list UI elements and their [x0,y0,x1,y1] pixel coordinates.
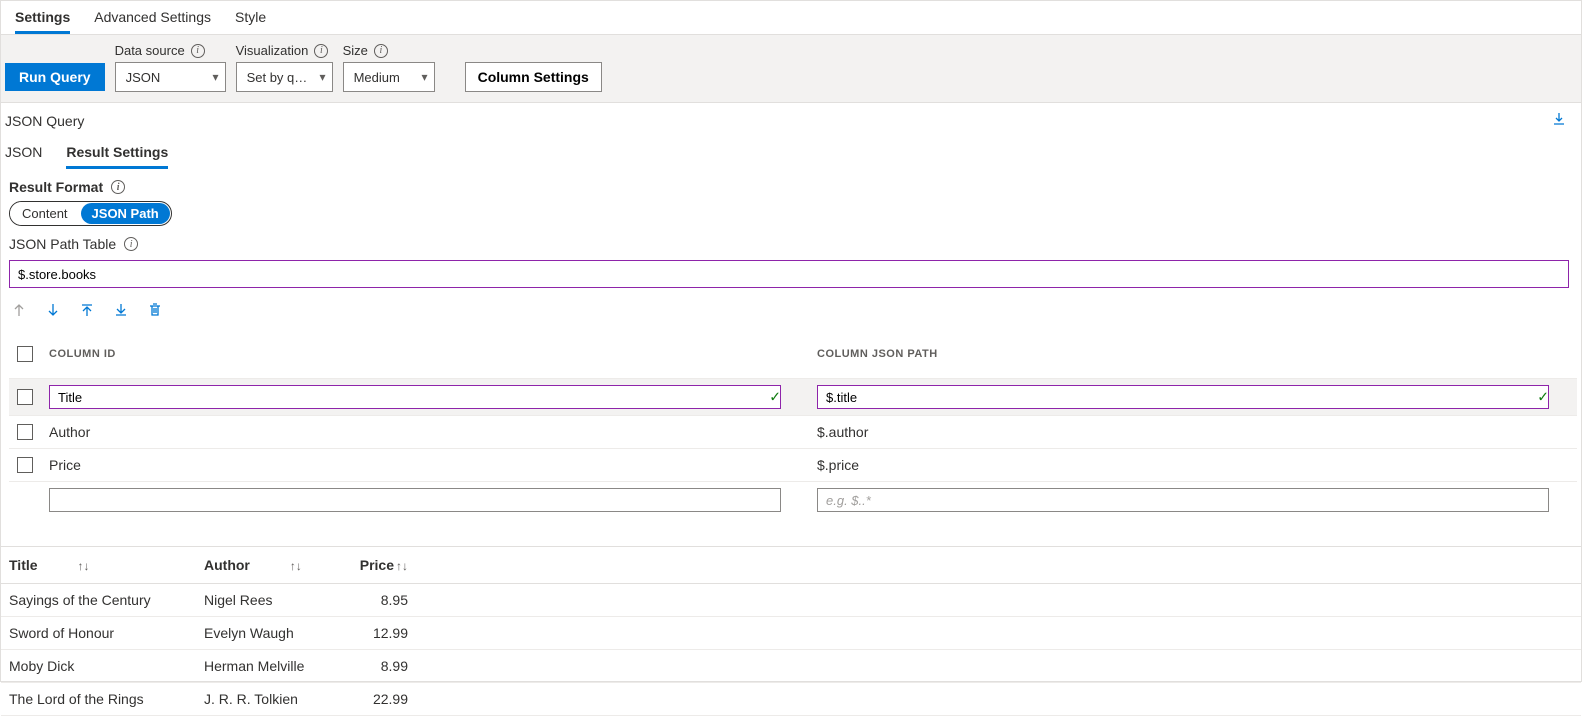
sort-icon[interactable]: ↑↓ [290,559,302,573]
chevron-down-icon: ▾ [320,70,326,84]
column-id-value[interactable]: Author [41,418,809,446]
checkmark-icon: ✓ [769,389,781,406]
info-icon[interactable]: i [191,44,205,58]
tab-advanced-settings[interactable]: Advanced Settings [94,7,211,34]
move-up-icon [11,302,29,320]
new-column-id-input[interactable] [49,488,781,512]
data-source-label: Data source [115,43,185,58]
columns-grid: Column ID Column JSON Path ✓ ✓ Author $.… [9,330,1577,518]
delete-icon[interactable] [147,302,165,320]
download-icon[interactable] [1551,111,1567,130]
checkmark-icon: ✓ [1537,389,1549,406]
results-header-author[interactable]: Author [204,557,250,573]
result-format-toggle: Content JSON Path [9,201,172,226]
column-row: Price $.price [9,449,1577,482]
visualization-label: Visualization [236,43,309,58]
result-format-label: Result Format [9,179,103,195]
cell-title: The Lord of the Rings [1,683,196,716]
column-settings-button[interactable]: Column Settings [465,62,602,92]
new-column-path-input[interactable] [817,488,1549,512]
column-row: Author $.author [9,416,1577,449]
row-checkbox[interactable] [17,424,33,440]
main-tabs: Settings Advanced Settings Style [1,1,1581,35]
cell-author: J. R. R. Tolkien [196,683,336,716]
results-header-price[interactable]: Price [360,557,394,573]
cell-price: 12.99 [336,617,416,650]
column-path-value[interactable]: $.author [809,418,1577,446]
column-row-new [9,482,1577,518]
tab-settings[interactable]: Settings [15,7,70,34]
cell-title: Sword of Honour [1,617,196,650]
column-id-input[interactable] [49,385,781,409]
results-table: Title↑↓ Author↑↓ Price↑↓ Sayings of the … [1,546,1581,716]
move-to-top-icon[interactable] [79,302,97,320]
pill-json-path[interactable]: JSON Path [81,203,170,224]
sort-icon[interactable]: ↑↓ [78,559,90,573]
size-label: Size [343,43,368,58]
cell-title: Moby Dick [1,650,196,683]
info-icon[interactable]: i [374,44,388,58]
pill-content[interactable]: Content [10,202,80,225]
toolbar: Run Query Data source i JSON ▾ Visualizat… [1,35,1581,103]
json-query-heading: JSON Query [5,113,84,129]
editor-subtabs: JSON Result Settings [1,134,1581,169]
data-source-dropdown[interactable]: JSON ▾ [115,62,226,92]
info-icon[interactable]: i [314,44,328,58]
cell-author: Evelyn Waugh [196,617,336,650]
chevron-down-icon: ▾ [213,70,219,84]
cell-price: 22.99 [336,683,416,716]
cell-title: Sayings of the Century [1,584,196,617]
row-checkbox[interactable] [17,389,33,405]
cell-author: Nigel Rees [196,584,336,617]
row-actions-toolbar [1,298,1581,330]
tab-style[interactable]: Style [235,7,266,34]
column-row: ✓ ✓ [9,379,1577,416]
info-icon[interactable]: i [111,180,125,194]
subtab-result-settings[interactable]: Result Settings [66,144,168,169]
table-row: Sayings of the CenturyNigel Rees8.95 [1,584,1581,617]
sort-icon[interactable]: ↑↓ [396,559,408,573]
table-row: The Lord of the RingsJ. R. R. Tolkien22.… [1,683,1581,716]
move-to-bottom-icon[interactable] [113,302,131,320]
run-query-button[interactable]: Run Query [5,63,105,91]
column-path-input[interactable] [817,385,1549,409]
table-row: Moby DickHerman Melville8.99 [1,650,1581,683]
column-id-header: Column ID [41,342,809,366]
column-id-value[interactable]: Price [41,451,809,479]
subtab-json[interactable]: JSON [5,144,42,169]
cell-author: Herman Melville [196,650,336,683]
chevron-down-icon: ▾ [422,70,428,84]
cell-price: 8.99 [336,650,416,683]
row-checkbox[interactable] [17,457,33,473]
cell-price: 8.95 [336,584,416,617]
column-json-path-header: Column JSON Path [809,342,1577,366]
table-row: Sword of HonourEvelyn Waugh12.99 [1,617,1581,650]
column-path-value[interactable]: $.price [809,451,1577,479]
size-dropdown[interactable]: Medium ▾ [343,62,435,92]
info-icon[interactable]: i [124,237,138,251]
select-all-checkbox[interactable] [17,346,33,362]
results-header-title[interactable]: Title [9,557,38,573]
json-path-table-input[interactable] [9,260,1569,288]
visualization-dropdown[interactable]: Set by q… ▾ [236,62,333,92]
move-down-icon[interactable] [45,302,63,320]
json-path-table-label: JSON Path Table [9,236,116,252]
